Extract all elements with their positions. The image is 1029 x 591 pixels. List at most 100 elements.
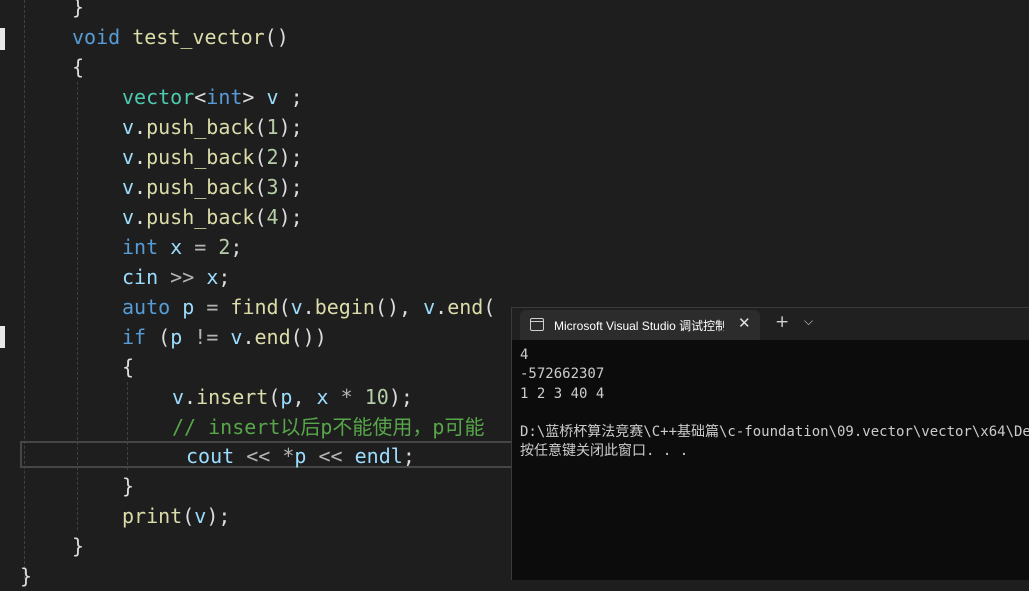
- code-token: .: [435, 295, 448, 319]
- code-token: ()): [290, 325, 327, 349]
- code-token: cin: [122, 265, 159, 289]
- code-token: v: [290, 295, 303, 319]
- code-token: p: [294, 444, 307, 468]
- code-token: p: [280, 385, 293, 409]
- code-token: v: [122, 145, 135, 169]
- code-token: }: [72, 534, 85, 558]
- code-token: 1: [266, 115, 279, 139]
- code-token: {: [122, 355, 135, 379]
- code-token: .: [302, 295, 315, 319]
- code-line[interactable]: if (p != v.end()): [122, 322, 327, 352]
- close-tab-icon[interactable]: ✕: [738, 314, 751, 332]
- code-token: >>: [170, 265, 195, 289]
- code-line[interactable]: }: [72, 0, 84, 22]
- code-token: v: [194, 504, 207, 528]
- code-token: <: [194, 85, 207, 109]
- code-token: {: [72, 55, 85, 79]
- code-token: (),: [374, 295, 424, 319]
- code-token: int: [122, 235, 159, 259]
- code-line[interactable]: vector<int> v ;: [122, 82, 303, 112]
- code-token: (: [483, 295, 496, 319]
- code-token: );: [278, 115, 303, 139]
- code-token: .: [134, 145, 147, 169]
- code-token: <<: [318, 444, 343, 468]
- code-token: v: [423, 295, 436, 319]
- code-line[interactable]: v.push_back(4);: [122, 202, 303, 232]
- code-token: 2: [218, 235, 231, 259]
- code-line[interactable]: {: [72, 52, 84, 82]
- code-token: print: [122, 504, 183, 528]
- code-token: );: [278, 175, 303, 199]
- code-token: <<: [246, 444, 271, 468]
- chevron-down-icon[interactable]: ⌵: [804, 314, 813, 329]
- code-token: p: [170, 325, 183, 349]
- code-line[interactable]: }: [20, 561, 32, 591]
- code-token: vector: [122, 85, 195, 109]
- code-token: .: [134, 115, 147, 139]
- code-token: // insert以后p不能使用，p可能: [172, 415, 485, 439]
- code-token: =: [194, 235, 207, 259]
- code-token: x: [170, 235, 183, 259]
- code-line[interactable]: cout << *p << endl;: [186, 441, 415, 471]
- code-line[interactable]: {: [122, 352, 134, 382]
- code-token: if: [122, 325, 147, 349]
- code-token: end: [254, 325, 291, 349]
- change-marker: [0, 28, 5, 50]
- code-token: (: [182, 504, 195, 528]
- code-line[interactable]: void test_vector(): [72, 22, 289, 52]
- terminal-tab-bar: Microsoft Visual Studio 调试控制台 ✕ + ⌵: [512, 308, 1029, 340]
- code-line[interactable]: // insert以后p不能使用，p可能: [172, 412, 484, 442]
- code-token: }: [122, 474, 135, 498]
- code-token: void: [72, 25, 121, 49]
- code-token: 4: [266, 205, 279, 229]
- code-line[interactable]: v.insert(p, x * 10);: [172, 382, 413, 412]
- code-token: );: [278, 205, 303, 229]
- code-token: x: [206, 265, 219, 289]
- code-line[interactable]: v.push_back(3);: [122, 172, 303, 202]
- code-line[interactable]: int x = 2;: [122, 232, 242, 262]
- code-line[interactable]: auto p = find(v.begin(), v.end(: [122, 292, 495, 322]
- code-token: *: [282, 444, 295, 468]
- debug-console-window[interactable]: Microsoft Visual Studio 调试控制台 ✕ + ⌵ 4 -5…: [511, 307, 1029, 580]
- code-token: ,: [292, 385, 317, 409]
- code-token: .: [134, 205, 147, 229]
- code-token: int: [206, 85, 243, 109]
- code-token: x: [316, 385, 329, 409]
- terminal-tab[interactable]: Microsoft Visual Studio 调试控制台 ✕: [520, 310, 760, 340]
- terminal-output[interactable]: 4 -572662307 1 2 3 40 4 D:\蓝桥杯算法竞赛\C++基础…: [520, 346, 1029, 462]
- code-token: );: [206, 504, 231, 528]
- code-token: (: [254, 145, 267, 169]
- code-line[interactable]: v.push_back(1);: [122, 112, 303, 142]
- code-token: v: [172, 385, 185, 409]
- code-token: }: [72, 0, 85, 19]
- code-token: v: [230, 325, 243, 349]
- code-token: cout: [186, 444, 235, 468]
- code-token: (: [254, 175, 267, 199]
- code-line[interactable]: v.push_back(2);: [122, 142, 303, 172]
- code-token: *: [340, 385, 353, 409]
- code-line[interactable]: cin >> x;: [122, 262, 230, 292]
- code-line[interactable]: }: [72, 531, 84, 561]
- code-token: ;: [278, 85, 303, 109]
- code-token: endl: [354, 444, 403, 468]
- code-token: v: [122, 175, 135, 199]
- code-token: begin: [314, 295, 375, 319]
- code-line[interactable]: }: [122, 471, 134, 501]
- code-token: ;: [230, 235, 243, 259]
- new-tab-button[interactable]: +: [775, 312, 789, 332]
- code-token: (: [254, 205, 267, 229]
- code-token: v: [266, 85, 279, 109]
- code-token: 10: [364, 385, 389, 409]
- code-line[interactable]: print(v);: [122, 501, 230, 531]
